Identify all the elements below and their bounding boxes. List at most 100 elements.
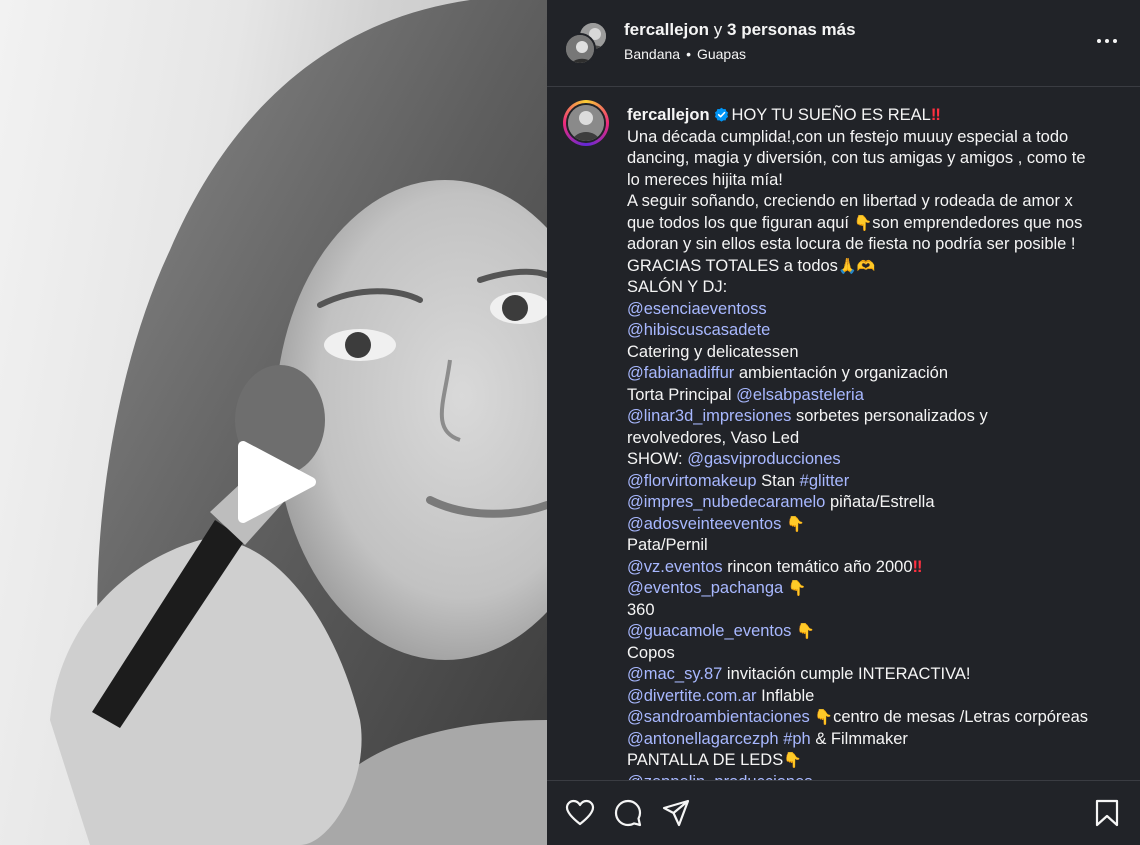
- caption-line: @fabianadiffur ambientación y organizaci…: [627, 363, 1122, 385]
- mention-link[interactable]: @antonellagarcezph: [627, 730, 779, 748]
- emoji: 👇: [853, 213, 873, 232]
- emoji: 👇: [787, 579, 807, 597]
- caption-line: A seguir soñando, creciendo en libertad …: [627, 191, 1122, 213]
- collab-others-link[interactable]: 3 personas más: [727, 20, 856, 39]
- caption-line: @florvirtomakeup Stan #glitter: [627, 471, 1122, 493]
- caption-line: @divertite.com.ar Inflable: [627, 686, 1122, 708]
- caption-text: adoran y sin ellos esta locura de fiesta…: [627, 235, 1076, 253]
- double-exclamation-emoji: ‼: [930, 106, 941, 124]
- audio-separator: •: [686, 46, 691, 62]
- heart-icon[interactable]: [565, 798, 595, 828]
- caption-line: Una década cumplida!,con un festejo muuu…: [627, 127, 1122, 149]
- caption-line: @vz.eventos rincon temático año 2000‼: [627, 557, 1122, 579]
- caption-line: @hibiscuscasadete: [627, 320, 1122, 342]
- mention-link[interactable]: @guacamole_eventos: [627, 622, 791, 640]
- caption-text: A seguir soñando, creciendo en libertad …: [627, 192, 1073, 210]
- caption-line: @impres_nubedecaramelo piñata/Estrella: [627, 492, 1122, 514]
- mention-link[interactable]: @adosveinteeventos: [627, 515, 781, 533]
- mention-link[interactable]: @zeppelin_producciones: [627, 773, 813, 781]
- caption-line: adoran y sin ellos esta locura de fiesta…: [627, 234, 1122, 256]
- caption-line: @linar3d_impresiones sorbetes personaliz…: [627, 406, 1122, 428]
- emoji: 👇: [796, 622, 815, 640]
- caption-line: SHOW: @gasviproducciones: [627, 449, 1122, 471]
- author-username[interactable]: fercallejon: [624, 20, 709, 39]
- caption-text: Inflable: [756, 686, 815, 705]
- caption-text: son emprendedores que nos: [872, 213, 1083, 232]
- caption-text: HOY TU SUEÑO ES REAL: [731, 106, 931, 124]
- verified-badge-icon: [714, 107, 728, 122]
- mention-link[interactable]: @vz.eventos: [627, 558, 723, 576]
- emoji: 🙏🫶: [837, 256, 876, 275]
- mention-link[interactable]: @hibiscuscasadete: [627, 321, 770, 339]
- caption-text: revolvedores, Vaso Led: [627, 428, 800, 447]
- caption-text: invitación cumple INTERACTIVA!: [722, 665, 971, 683]
- action-bar: [547, 780, 1140, 845]
- caption-line: @mac_sy.87 invitación cumple INTERACTIVA…: [627, 664, 1122, 686]
- mention-link[interactable]: @linar3d_impresiones: [627, 407, 791, 425]
- caption-text: ambientación y organización: [734, 364, 948, 382]
- mention-link[interactable]: @impres_nubedecaramelo: [627, 493, 825, 511]
- caption-text: que todos los que figuran aquí: [627, 213, 854, 232]
- caption-line: PANTALLA DE LEDS👇: [627, 750, 1122, 772]
- hashtag-link[interactable]: #glitter: [800, 472, 850, 490]
- caption-line: Catering y delicatessen: [627, 342, 1122, 364]
- mention-link[interactable]: @florvirtomakeup: [627, 472, 757, 490]
- caption-line: 360: [627, 600, 1122, 622]
- video-player[interactable]: [0, 0, 547, 845]
- play-icon[interactable]: [237, 440, 317, 524]
- mention-link[interactable]: @fabianadiffur: [627, 364, 734, 382]
- caption-line: SALÓN Y DJ:: [627, 277, 1122, 299]
- post-dialog: fercallejon y 3 personas más Bandana • Gua…: [0, 0, 1140, 845]
- comment-icon[interactable]: [613, 798, 643, 828]
- post-header: fercallejon y 3 personas más Bandana • Gua…: [547, 0, 1140, 87]
- caption-line: GRACIAS TOTALES a todos🙏🫶: [627, 256, 1122, 278]
- caption-text: PANTALLA DE LEDS: [627, 751, 784, 769]
- mention-link[interactable]: @gasviproducciones: [687, 450, 840, 468]
- hashtag-link[interactable]: #ph: [783, 730, 811, 748]
- video-frame-image: [50, 0, 547, 845]
- caption-line: que todos los que figuran aquí 👇son empr…: [627, 213, 1122, 235]
- caption-text: GRACIAS TOTALES a todos: [627, 256, 838, 275]
- caption-line: dancing, magia y diversión, con tus amig…: [627, 148, 1122, 170]
- double-exclamation-emoji: ‼: [912, 557, 923, 576]
- caption-text: dancing, magia y diversión, con tus amig…: [627, 149, 1086, 167]
- caption-text: Una década cumplida!,con un festejo muuu…: [627, 127, 1069, 146]
- caption-line: @guacamole_eventos 👇: [627, 621, 1122, 643]
- bookmark-icon[interactable]: [1092, 798, 1122, 828]
- caption-text: 360: [627, 600, 655, 619]
- post-authors: fercallejon y 3 personas más: [624, 20, 856, 40]
- caption-text: Pata/Pernil: [627, 536, 708, 554]
- emoji: 👇: [814, 708, 834, 726]
- caption-text: rincon temático año 2000: [722, 557, 913, 576]
- post-caption: fercallejon HOY TU SUEÑO ES REAL‼ Una déca…: [627, 105, 1122, 780]
- caption-line: fercallejon HOY TU SUEÑO ES REAL‼: [627, 105, 1122, 127]
- caption-text: Copos: [627, 643, 675, 662]
- caption-line: @adosveinteeventos 👇: [627, 514, 1122, 536]
- mention-link[interactable]: @esenciaeventoss: [627, 300, 767, 318]
- mention-link[interactable]: @mac_sy.87: [627, 665, 722, 683]
- caption-author-avatar[interactable]: [563, 100, 609, 146]
- caption-text: Torta Principal: [627, 385, 737, 404]
- caption-line: @eventos_pachanga 👇: [627, 578, 1122, 600]
- audio-info: Bandana • Guapas: [624, 46, 746, 62]
- caption-line: revolvedores, Vaso Led: [627, 428, 1122, 450]
- comments-scroll-area[interactable]: fercallejon HOY TU SUEÑO ES REAL‼ Una déca…: [547, 88, 1140, 780]
- caption-text: sorbetes personalizados y: [791, 407, 988, 425]
- caption-line: @antonellagarcezph #ph & Filmmaker: [627, 729, 1122, 751]
- more-options-icon[interactable]: [1096, 30, 1118, 52]
- avatar: [564, 33, 596, 65]
- mention-link[interactable]: @elsabpasteleria: [736, 386, 864, 404]
- caption-line: Pata/Pernil: [627, 535, 1122, 557]
- audio-artist-link[interactable]: Guapas: [697, 46, 746, 62]
- caption-text: SHOW:: [627, 450, 688, 468]
- collab-avatars[interactable]: [564, 21, 608, 65]
- audio-track-link[interactable]: Bandana: [624, 46, 680, 62]
- mention-link[interactable]: @sandroambientaciones: [627, 708, 810, 726]
- mention-link[interactable]: @eventos_pachanga: [627, 579, 783, 597]
- caption-text: Catering y delicatessen: [627, 342, 799, 361]
- emoji: 👇: [785, 514, 805, 533]
- caption-username[interactable]: fercallejon: [627, 106, 710, 124]
- caption-line: @zeppelin_producciones: [627, 772, 1122, 781]
- mention-link[interactable]: @divertite.com.ar: [627, 687, 757, 705]
- share-icon[interactable]: [661, 798, 691, 828]
